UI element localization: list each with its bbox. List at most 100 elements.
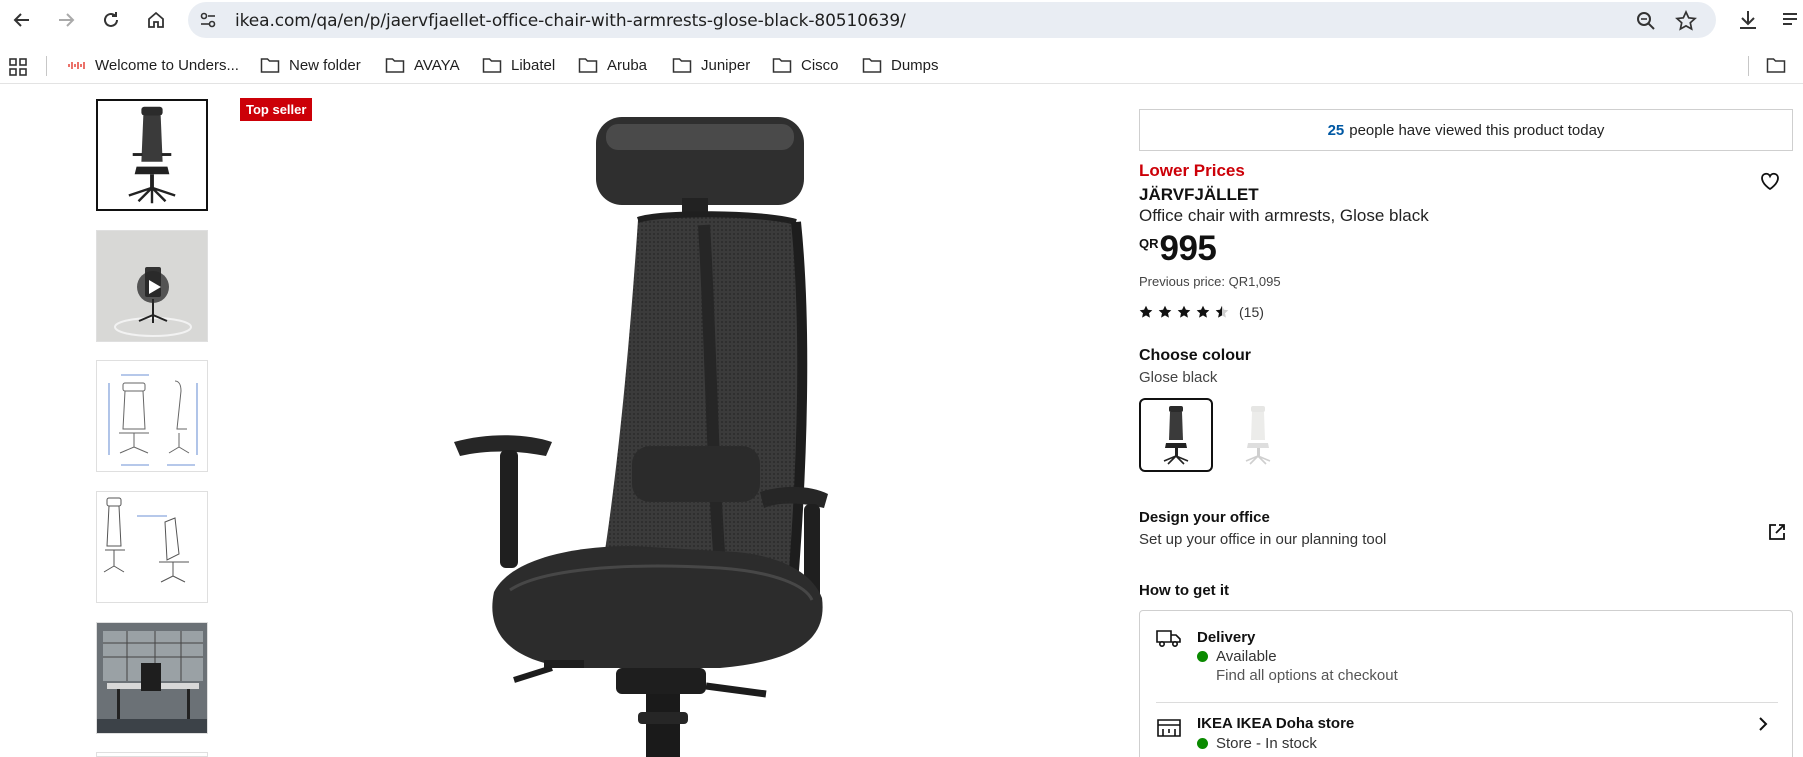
- folder-icon: [862, 58, 882, 73]
- status-dot-green: [1197, 651, 1208, 662]
- star-icon: [1158, 305, 1172, 318]
- product-price: QR 995: [1139, 229, 1217, 269]
- arrow-left-icon: [13, 13, 29, 27]
- office-scene-image: [97, 623, 207, 733]
- folder-icon: [672, 58, 692, 73]
- folder-icon: [260, 58, 280, 73]
- thumbnail-adjustment-drawing[interactable]: [96, 491, 208, 603]
- site-settings-icon[interactable]: [198, 10, 218, 30]
- thumbnail-chair-front[interactable]: [96, 99, 208, 211]
- reading-list-icon[interactable]: [1780, 8, 1803, 32]
- delivery-status: Available: [1197, 648, 1277, 665]
- zoom-icon[interactable]: [1635, 10, 1657, 32]
- colour-swatch-glose-black[interactable]: [1139, 398, 1213, 472]
- chair-thumbnail-image: [128, 106, 176, 204]
- play-button[interactable]: [137, 271, 169, 303]
- design-office-title: Design your office: [1139, 509, 1270, 526]
- bookmarks-separator: [1748, 56, 1749, 76]
- bookmark-folder-juniper[interactable]: Juniper: [672, 54, 750, 76]
- adjustment-drawing-image: [103, 497, 189, 583]
- viewed-text: people have viewed this product today: [1349, 121, 1605, 139]
- store-status-text: Store - In stock: [1216, 735, 1317, 752]
- star-icon: [1196, 305, 1210, 318]
- external-link-icon[interactable]: [1767, 522, 1787, 542]
- bookmark-label: Aruba: [607, 56, 648, 74]
- reload-icon: [104, 12, 118, 27]
- bookmarks-bar: Welcome to Unders... New folder AVAYA Li…: [0, 46, 1803, 84]
- price-amount: 995: [1159, 229, 1217, 268]
- all-bookmarks-folder[interactable]: [1766, 54, 1795, 76]
- delivery-note: Find all options at checkout: [1216, 667, 1398, 684]
- bookmark-label: Dumps: [891, 56, 939, 74]
- bookmark-cisco-welcome[interactable]: Welcome to Unders...: [66, 54, 239, 76]
- rating-count[interactable]: (15): [1239, 304, 1264, 320]
- lower-prices-label: Lower Prices: [1139, 161, 1245, 180]
- bookmark-label: AVAYA: [414, 56, 460, 74]
- bookmark-label: Welcome to Unders...: [95, 56, 239, 74]
- address-bar[interactable]: ikea.com/qa/en/p/jaervfjaellet-office-ch…: [188, 2, 1716, 38]
- previous-price: Previous price: QR1,095: [1139, 274, 1281, 289]
- dimensions-drawing-image: [108, 374, 198, 466]
- bookmark-folder-avaya[interactable]: AVAYA: [385, 54, 460, 76]
- folder-icon: [578, 58, 598, 73]
- product-description: Office chair with armrests, Glose black: [1139, 206, 1429, 225]
- play-icon: [149, 280, 161, 294]
- availability-divider: [1156, 702, 1778, 703]
- download-icon[interactable]: [1736, 8, 1760, 32]
- status-dot-green: [1197, 738, 1208, 749]
- star-icon: [1177, 305, 1191, 318]
- folder-icon: [385, 58, 405, 73]
- thumbnail-dimensions-drawing[interactable]: [96, 360, 208, 472]
- choose-colour-label: Choose colour: [1139, 347, 1252, 364]
- forward-button[interactable]: [50, 4, 82, 36]
- store-status: Store - In stock: [1197, 735, 1317, 752]
- home-button[interactable]: [140, 4, 172, 36]
- office-chair-image: [454, 117, 828, 757]
- delivery-truck-icon: [1156, 630, 1181, 648]
- white-chair-swatch-image: [1245, 406, 1271, 465]
- folder-icon: [482, 58, 502, 73]
- delivery-status-text: Available: [1216, 648, 1277, 665]
- bookmark-folder-libatel[interactable]: Libatel: [482, 54, 555, 76]
- bookmark-folder-cisco[interactable]: Cisco: [772, 54, 839, 76]
- url-text[interactable]: ikea.com/qa/en/p/jaervfjaellet-office-ch…: [235, 11, 906, 31]
- cisco-logo-icon: [66, 56, 86, 74]
- how-to-get-it-heading: How to get it: [1139, 582, 1229, 599]
- viewed-count: 25: [1327, 121, 1345, 139]
- browser-toolbar: ikea.com/qa/en/p/jaervfjaellet-office-ch…: [0, 0, 1803, 40]
- design-office-link[interactable]: Design your office Set up your office in…: [1139, 509, 1386, 548]
- bookmark-folder-aruba[interactable]: Aruba: [578, 54, 647, 76]
- product-main-image[interactable]: [420, 100, 1080, 757]
- bookmark-label: Cisco: [801, 56, 839, 74]
- back-button[interactable]: [6, 4, 38, 36]
- store-icon: [1157, 719, 1181, 737]
- star-icon: [1139, 305, 1153, 318]
- apps-grid-icon[interactable]: [8, 57, 28, 77]
- product-rating[interactable]: (15): [1139, 304, 1264, 320]
- availability-box: Delivery Available Find all options at c…: [1139, 610, 1793, 757]
- selected-colour: Glose black: [1139, 369, 1218, 386]
- bookmark-folder-new-folder[interactable]: New folder: [260, 54, 361, 76]
- black-chair-swatch-image: [1163, 406, 1189, 465]
- folder-icon: [1766, 58, 1786, 73]
- bookmarks-separator: [46, 56, 47, 76]
- rating-stars: [1139, 305, 1229, 319]
- thumbnail-video[interactable]: [96, 230, 208, 342]
- chevron-right-icon[interactable]: [1754, 715, 1772, 733]
- bookmark-folder-dumps[interactable]: Dumps: [862, 54, 939, 76]
- home-icon: [148, 11, 164, 28]
- bookmark-star-icon[interactable]: [1675, 10, 1697, 32]
- heart-icon[interactable]: [1759, 170, 1781, 192]
- folder-icon: [772, 58, 792, 73]
- viewed-today-banner: 25 people have viewed this product today: [1139, 109, 1793, 151]
- thumbnail-more[interactable]: [96, 752, 208, 757]
- bookmark-label: Juniper: [701, 56, 751, 74]
- reload-button[interactable]: [95, 4, 127, 36]
- store-title[interactable]: IKEA IKEA Doha store: [1197, 715, 1354, 732]
- thumbnail-office-scene[interactable]: [96, 622, 208, 734]
- product-name: JÄRVFJÄLLET: [1139, 185, 1259, 204]
- price-currency: QR: [1139, 236, 1159, 251]
- star-icon: [1215, 305, 1229, 318]
- colour-swatch-white[interactable]: [1221, 398, 1295, 472]
- delivery-title[interactable]: Delivery: [1197, 629, 1255, 646]
